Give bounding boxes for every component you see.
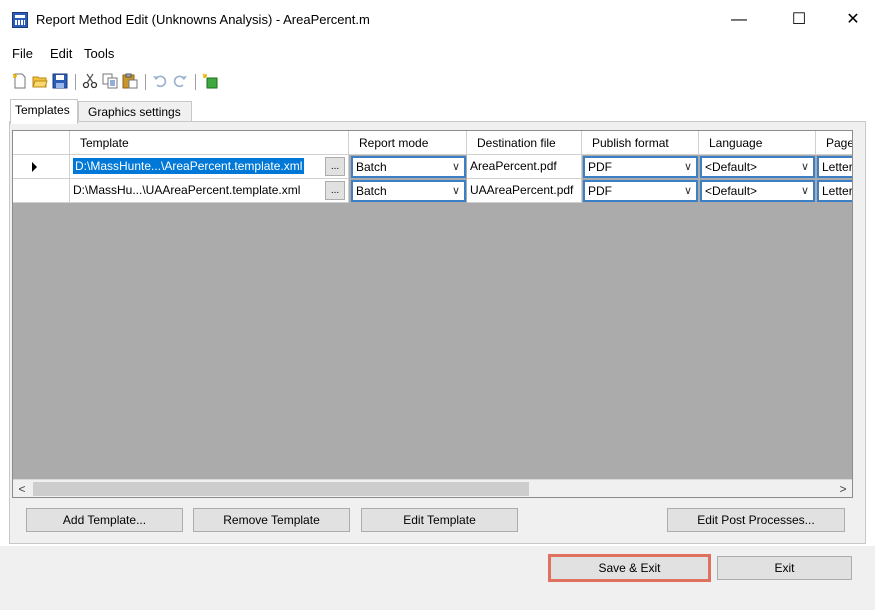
publish-format-dropdown[interactable]: PDF ∨: [583, 180, 698, 202]
maximize-button[interactable]: ☐: [779, 6, 819, 34]
menu-bar: File Edit Tools: [0, 40, 875, 66]
column-header-publish-format[interactable]: Publish format: [582, 131, 699, 155]
column-header-report-mode[interactable]: Report mode: [349, 131, 467, 155]
tab-graphics-settings[interactable]: Graphics settings: [78, 101, 192, 123]
publish-format-value: PDF: [588, 184, 612, 198]
template-path: D:\MassHu...\UAAreaPercent.template.xml: [73, 183, 301, 197]
chevron-down-icon: ∨: [683, 185, 692, 197]
chevron-down-icon: ∨: [451, 185, 460, 197]
new-icon[interactable]: [12, 73, 28, 89]
chevron-down-icon: ∨: [451, 161, 460, 173]
edit-template-button[interactable]: Edit Template: [361, 508, 518, 532]
column-header-destination-file[interactable]: Destination file: [467, 131, 582, 155]
chevron-down-icon: ∨: [800, 161, 809, 173]
row-header-corner: [13, 131, 70, 155]
save-icon[interactable]: [52, 73, 68, 89]
template-cell[interactable]: D:\MassHunte...\AreaPercent.template.xml…: [70, 155, 349, 179]
grid-header: Template Report mode Destination file Pu…: [13, 131, 852, 155]
chevron-down-icon: ∨: [800, 185, 809, 197]
language-dropdown[interactable]: <Default> ∨: [700, 156, 815, 178]
app-icon: [12, 12, 28, 28]
table-row[interactable]: D:\MassHu...\UAAreaPercent.template.xml …: [13, 179, 853, 203]
page-value: Letter: [822, 184, 853, 198]
language-value: <Default>: [705, 184, 758, 198]
add-icon[interactable]: [202, 73, 218, 89]
menu-tools[interactable]: Tools: [84, 46, 114, 61]
browse-template-button[interactable]: ...: [325, 181, 345, 200]
save-and-exit-button[interactable]: Save & Exit: [548, 554, 711, 582]
scroll-right-icon[interactable]: >: [834, 480, 852, 497]
undo-icon[interactable]: [152, 73, 168, 89]
cut-icon[interactable]: [82, 73, 98, 89]
toolbar-separator: [145, 74, 146, 90]
menu-edit[interactable]: Edit: [50, 46, 72, 61]
report-mode-value: Batch: [356, 184, 387, 198]
edit-post-processes-button[interactable]: Edit Post Processes...: [667, 508, 845, 532]
column-header-template[interactable]: Template: [70, 131, 349, 155]
current-row-indicator-icon: [32, 162, 37, 172]
column-header-page[interactable]: Page: [816, 131, 852, 155]
close-button[interactable]: ✕: [833, 6, 873, 34]
page-value: Letter: [822, 160, 853, 174]
column-header-language[interactable]: Language: [699, 131, 816, 155]
horizontal-scrollbar[interactable]: < >: [13, 479, 852, 497]
paste-icon[interactable]: [122, 73, 138, 89]
window-title: Report Method Edit (Unknowns Analysis) -…: [36, 12, 370, 27]
title-bar: Report Method Edit (Unknowns Analysis) -…: [0, 0, 875, 40]
template-cell[interactable]: D:\MassHu...\UAAreaPercent.template.xml …: [70, 179, 349, 203]
exit-button[interactable]: Exit: [717, 556, 852, 580]
language-dropdown[interactable]: <Default> ∨: [700, 180, 815, 202]
table-row[interactable]: D:\MassHunte...\AreaPercent.template.xml…: [13, 155, 853, 179]
toolbar: [0, 68, 875, 96]
toolbar-separator: [195, 74, 196, 90]
page-dropdown[interactable]: Letter: [817, 156, 853, 178]
open-icon[interactable]: [32, 73, 48, 89]
copy-icon[interactable]: [102, 73, 118, 89]
template-path: D:\MassHunte...\AreaPercent.template.xml: [73, 158, 305, 174]
scroll-left-icon[interactable]: <: [13, 480, 31, 497]
scrollbar-thumb[interactable]: [33, 482, 529, 496]
row-header[interactable]: [13, 179, 70, 203]
browse-template-button[interactable]: ...: [325, 157, 345, 176]
minimize-button[interactable]: —: [719, 6, 759, 34]
destination-file-cell[interactable]: UAAreaPercent.pdf: [467, 179, 582, 203]
language-value: <Default>: [705, 160, 758, 174]
redo-icon[interactable]: [172, 73, 188, 89]
add-template-button[interactable]: Add Template...: [26, 508, 183, 532]
publish-format-value: PDF: [588, 160, 612, 174]
toolbar-separator: [75, 74, 76, 90]
report-mode-value: Batch: [356, 160, 387, 174]
templates-grid[interactable]: Template Report mode Destination file Pu…: [12, 130, 853, 498]
page-dropdown[interactable]: Letter: [817, 180, 853, 202]
report-mode-dropdown[interactable]: Batch ∨: [351, 180, 466, 202]
row-header[interactable]: [13, 155, 70, 179]
tab-templates[interactable]: Templates: [10, 99, 78, 124]
remove-template-button[interactable]: Remove Template: [193, 508, 350, 532]
destination-file-cell[interactable]: AreaPercent.pdf: [467, 155, 582, 179]
menu-file[interactable]: File: [12, 46, 33, 61]
publish-format-dropdown[interactable]: PDF ∨: [583, 156, 698, 178]
report-mode-dropdown[interactable]: Batch ∨: [351, 156, 466, 178]
chevron-down-icon: ∨: [683, 161, 692, 173]
